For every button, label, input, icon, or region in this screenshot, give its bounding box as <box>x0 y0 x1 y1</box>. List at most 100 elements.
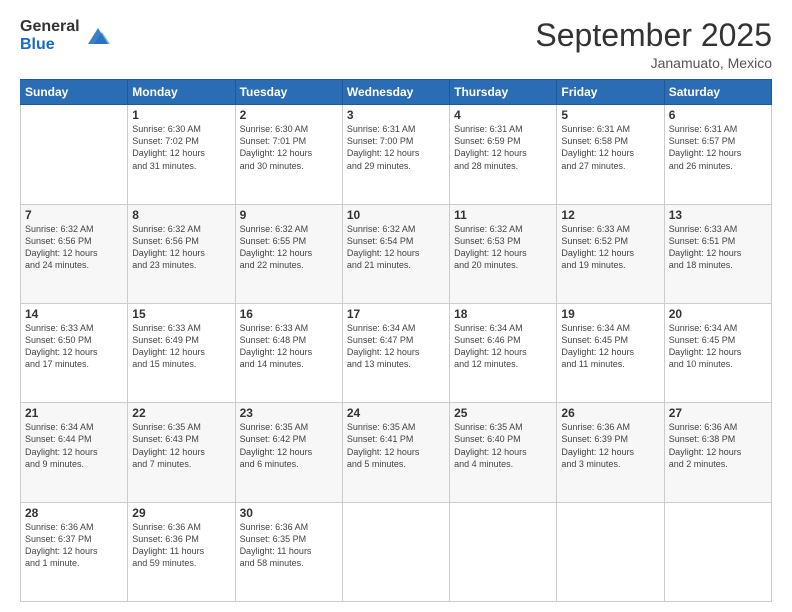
calendar-cell: 12Sunrise: 6:33 AM Sunset: 6:52 PM Dayli… <box>557 204 664 303</box>
day-number: 10 <box>347 208 445 222</box>
day-number: 9 <box>240 208 338 222</box>
day-number: 2 <box>240 108 338 122</box>
day-info: Sunrise: 6:31 AM Sunset: 6:58 PM Dayligh… <box>561 123 659 172</box>
calendar-cell: 20Sunrise: 6:34 AM Sunset: 6:45 PM Dayli… <box>664 303 771 402</box>
calendar-cell: 28Sunrise: 6:36 AM Sunset: 6:37 PM Dayli… <box>21 502 128 601</box>
calendar-cell: 27Sunrise: 6:36 AM Sunset: 6:38 PM Dayli… <box>664 403 771 502</box>
day-info: Sunrise: 6:34 AM Sunset: 6:45 PM Dayligh… <box>669 322 767 371</box>
day-info: Sunrise: 6:30 AM Sunset: 7:01 PM Dayligh… <box>240 123 338 172</box>
day-header-thursday: Thursday <box>450 80 557 105</box>
day-number: 29 <box>132 506 230 520</box>
day-number: 3 <box>347 108 445 122</box>
calendar-header-row: SundayMondayTuesdayWednesdayThursdayFrid… <box>21 80 772 105</box>
day-info: Sunrise: 6:31 AM Sunset: 7:00 PM Dayligh… <box>347 123 445 172</box>
day-info: Sunrise: 6:32 AM Sunset: 6:56 PM Dayligh… <box>25 223 123 272</box>
day-number: 6 <box>669 108 767 122</box>
calendar-cell: 8Sunrise: 6:32 AM Sunset: 6:56 PM Daylig… <box>128 204 235 303</box>
calendar-cell: 29Sunrise: 6:36 AM Sunset: 6:36 PM Dayli… <box>128 502 235 601</box>
day-info: Sunrise: 6:36 AM Sunset: 6:38 PM Dayligh… <box>669 421 767 470</box>
day-number: 7 <box>25 208 123 222</box>
calendar-cell <box>342 502 449 601</box>
calendar-cell: 23Sunrise: 6:35 AM Sunset: 6:42 PM Dayli… <box>235 403 342 502</box>
day-number: 28 <box>25 506 123 520</box>
calendar-week-4: 21Sunrise: 6:34 AM Sunset: 6:44 PM Dayli… <box>21 403 772 502</box>
header: General Blue September 2025 Janamuato, M… <box>20 18 772 71</box>
calendar-cell: 6Sunrise: 6:31 AM Sunset: 6:57 PM Daylig… <box>664 105 771 204</box>
day-info: Sunrise: 6:35 AM Sunset: 6:43 PM Dayligh… <box>132 421 230 470</box>
day-info: Sunrise: 6:30 AM Sunset: 7:02 PM Dayligh… <box>132 123 230 172</box>
day-info: Sunrise: 6:32 AM Sunset: 6:55 PM Dayligh… <box>240 223 338 272</box>
calendar-cell: 2Sunrise: 6:30 AM Sunset: 7:01 PM Daylig… <box>235 105 342 204</box>
calendar-cell <box>664 502 771 601</box>
day-number: 21 <box>25 406 123 420</box>
calendar-week-5: 28Sunrise: 6:36 AM Sunset: 6:37 PM Dayli… <box>21 502 772 601</box>
day-info: Sunrise: 6:34 AM Sunset: 6:45 PM Dayligh… <box>561 322 659 371</box>
day-info: Sunrise: 6:31 AM Sunset: 6:57 PM Dayligh… <box>669 123 767 172</box>
day-number: 8 <box>132 208 230 222</box>
day-info: Sunrise: 6:31 AM Sunset: 6:59 PM Dayligh… <box>454 123 552 172</box>
calendar-cell: 11Sunrise: 6:32 AM Sunset: 6:53 PM Dayli… <box>450 204 557 303</box>
calendar-cell: 17Sunrise: 6:34 AM Sunset: 6:47 PM Dayli… <box>342 303 449 402</box>
day-header-tuesday: Tuesday <box>235 80 342 105</box>
calendar-cell <box>450 502 557 601</box>
calendar-cell: 16Sunrise: 6:33 AM Sunset: 6:48 PM Dayli… <box>235 303 342 402</box>
day-number: 4 <box>454 108 552 122</box>
calendar-cell: 30Sunrise: 6:36 AM Sunset: 6:35 PM Dayli… <box>235 502 342 601</box>
day-number: 22 <box>132 406 230 420</box>
day-header-wednesday: Wednesday <box>342 80 449 105</box>
title-section: September 2025 Janamuato, Mexico <box>535 18 772 71</box>
day-info: Sunrise: 6:33 AM Sunset: 6:50 PM Dayligh… <box>25 322 123 371</box>
calendar-cell: 1Sunrise: 6:30 AM Sunset: 7:02 PM Daylig… <box>128 105 235 204</box>
day-number: 14 <box>25 307 123 321</box>
calendar-cell: 7Sunrise: 6:32 AM Sunset: 6:56 PM Daylig… <box>21 204 128 303</box>
day-info: Sunrise: 6:36 AM Sunset: 6:39 PM Dayligh… <box>561 421 659 470</box>
day-header-saturday: Saturday <box>664 80 771 105</box>
logo: General Blue <box>20 18 112 53</box>
day-info: Sunrise: 6:34 AM Sunset: 6:46 PM Dayligh… <box>454 322 552 371</box>
month-title: September 2025 <box>535 18 772 53</box>
day-info: Sunrise: 6:35 AM Sunset: 6:41 PM Dayligh… <box>347 421 445 470</box>
calendar-cell: 22Sunrise: 6:35 AM Sunset: 6:43 PM Dayli… <box>128 403 235 502</box>
day-header-monday: Monday <box>128 80 235 105</box>
calendar-cell: 4Sunrise: 6:31 AM Sunset: 6:59 PM Daylig… <box>450 105 557 204</box>
day-info: Sunrise: 6:36 AM Sunset: 6:37 PM Dayligh… <box>25 521 123 570</box>
day-info: Sunrise: 6:35 AM Sunset: 6:40 PM Dayligh… <box>454 421 552 470</box>
day-number: 15 <box>132 307 230 321</box>
calendar-cell: 3Sunrise: 6:31 AM Sunset: 7:00 PM Daylig… <box>342 105 449 204</box>
day-info: Sunrise: 6:33 AM Sunset: 6:51 PM Dayligh… <box>669 223 767 272</box>
calendar-table: SundayMondayTuesdayWednesdayThursdayFrid… <box>20 79 772 602</box>
logo-icon <box>84 22 112 50</box>
calendar-cell: 9Sunrise: 6:32 AM Sunset: 6:55 PM Daylig… <box>235 204 342 303</box>
calendar-cell: 19Sunrise: 6:34 AM Sunset: 6:45 PM Dayli… <box>557 303 664 402</box>
calendar-cell: 14Sunrise: 6:33 AM Sunset: 6:50 PM Dayli… <box>21 303 128 402</box>
calendar-cell: 13Sunrise: 6:33 AM Sunset: 6:51 PM Dayli… <box>664 204 771 303</box>
calendar-cell: 24Sunrise: 6:35 AM Sunset: 6:41 PM Dayli… <box>342 403 449 502</box>
logo-blue: Blue <box>20 36 80 54</box>
day-header-sunday: Sunday <box>21 80 128 105</box>
day-info: Sunrise: 6:35 AM Sunset: 6:42 PM Dayligh… <box>240 421 338 470</box>
logo-text: General Blue <box>20 18 80 53</box>
page: General Blue September 2025 Janamuato, M… <box>0 0 792 612</box>
day-info: Sunrise: 6:34 AM Sunset: 6:44 PM Dayligh… <box>25 421 123 470</box>
day-number: 1 <box>132 108 230 122</box>
calendar-week-1: 1Sunrise: 6:30 AM Sunset: 7:02 PM Daylig… <box>21 105 772 204</box>
day-number: 25 <box>454 406 552 420</box>
calendar-cell: 21Sunrise: 6:34 AM Sunset: 6:44 PM Dayli… <box>21 403 128 502</box>
calendar-week-2: 7Sunrise: 6:32 AM Sunset: 6:56 PM Daylig… <box>21 204 772 303</box>
calendar-cell: 10Sunrise: 6:32 AM Sunset: 6:54 PM Dayli… <box>342 204 449 303</box>
day-number: 26 <box>561 406 659 420</box>
day-number: 13 <box>669 208 767 222</box>
day-info: Sunrise: 6:36 AM Sunset: 6:35 PM Dayligh… <box>240 521 338 570</box>
day-number: 19 <box>561 307 659 321</box>
day-number: 17 <box>347 307 445 321</box>
calendar-cell: 18Sunrise: 6:34 AM Sunset: 6:46 PM Dayli… <box>450 303 557 402</box>
day-number: 12 <box>561 208 659 222</box>
location: Janamuato, Mexico <box>535 55 772 71</box>
day-info: Sunrise: 6:32 AM Sunset: 6:56 PM Dayligh… <box>132 223 230 272</box>
day-number: 24 <box>347 406 445 420</box>
day-info: Sunrise: 6:34 AM Sunset: 6:47 PM Dayligh… <box>347 322 445 371</box>
calendar-cell <box>557 502 664 601</box>
logo-general: General <box>20 18 80 36</box>
calendar-cell: 5Sunrise: 6:31 AM Sunset: 6:58 PM Daylig… <box>557 105 664 204</box>
day-number: 5 <box>561 108 659 122</box>
